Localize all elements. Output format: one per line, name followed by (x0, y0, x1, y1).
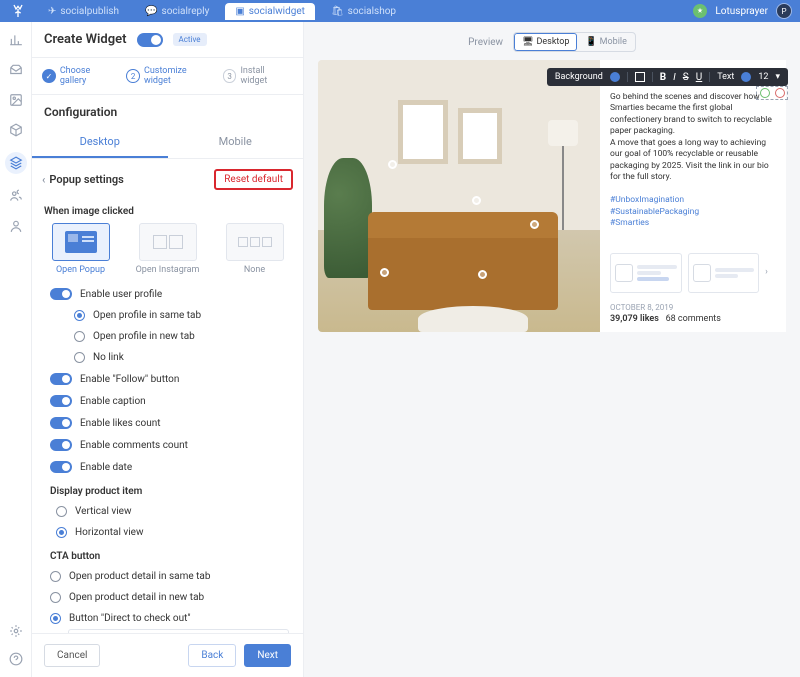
toggle-date[interactable] (50, 461, 72, 473)
preview-pane: Preview 🖥Desktop 📱Mobile Background B I … (304, 22, 800, 677)
wizard-steps: ✓Choose gallery 2Customize widget 3Insta… (32, 58, 303, 95)
next-button[interactable]: Next (244, 644, 291, 667)
user-name[interactable]: Lotusprayer (715, 6, 768, 17)
reset-default-button[interactable]: Reset default (214, 169, 293, 190)
radio-no-link[interactable] (74, 352, 85, 363)
image-icon[interactable] (8, 92, 24, 108)
top-nav: ✈socialpublish 💬socialreply ▣socialwidge… (0, 0, 800, 22)
chevron-right-icon[interactable]: › (765, 267, 776, 279)
post-stats: 39,079 likes 68 comments (610, 314, 776, 324)
post-caption: Go behind the scenes and discover how Sm… (610, 92, 776, 230)
product-thumb[interactable] (688, 253, 760, 293)
handle-accept-icon[interactable] (760, 88, 770, 98)
preview-device-switch: 🖥Desktop 📱Mobile (513, 32, 636, 52)
preview-label: Preview (468, 37, 503, 48)
chat-icon: 💬 (145, 6, 157, 17)
display-product-item-label: Display product item (42, 478, 293, 501)
tab-socialreply[interactable]: 💬socialreply (135, 3, 219, 20)
preview-mobile-button[interactable]: 📱Mobile (577, 33, 634, 51)
layers-icon[interactable] (5, 152, 27, 174)
desktop-icon: 🖥 (522, 37, 533, 47)
popup-settings-title: Popup settings (49, 173, 123, 186)
inbox-icon[interactable] (8, 62, 24, 78)
radio-profile-new-tab[interactable] (74, 331, 85, 342)
mobile-icon: 📱 (585, 37, 596, 47)
border-icon[interactable] (635, 72, 645, 82)
product-thumbnails: › (610, 247, 776, 299)
widget-icon: ▣ (235, 6, 244, 17)
step-customize-widget[interactable]: 2Customize widget (126, 66, 215, 86)
user-avatar[interactable]: P (776, 3, 792, 19)
hotspot-icon[interactable] (530, 220, 539, 229)
tab-desktop[interactable]: Desktop (32, 127, 168, 158)
option-open-popup[interactable]: Open Popup (42, 223, 119, 275)
hotspot-icon[interactable] (478, 270, 487, 279)
person-icon[interactable] (8, 218, 24, 234)
tab-socialshop[interactable]: 🛍socialshop (321, 3, 406, 20)
package-icon[interactable] (8, 122, 24, 138)
chevron-left-icon[interactable]: ‹ (42, 173, 45, 186)
page-title: Create Widget (44, 32, 127, 47)
status-icon (693, 4, 707, 18)
radio-cta-same-tab[interactable] (50, 571, 61, 582)
back-button[interactable]: Back (188, 644, 236, 667)
toggle-user-profile[interactable] (50, 288, 72, 300)
selection-handles[interactable] (756, 86, 788, 100)
toggle-likes[interactable] (50, 417, 72, 429)
tab-socialpublish[interactable]: ✈socialpublish (38, 3, 129, 20)
bold-icon[interactable]: B (660, 72, 666, 83)
widget-enabled-toggle[interactable] (137, 33, 163, 47)
help-icon[interactable] (8, 651, 24, 667)
post-date: OCTOBER 8, 2019 (610, 303, 776, 312)
option-none[interactable]: None (216, 223, 293, 275)
radio-vertical-view[interactable] (56, 506, 67, 517)
hotspot-icon[interactable] (472, 196, 481, 205)
text-color-swatch[interactable] (741, 72, 751, 82)
underline-icon[interactable]: U (696, 72, 702, 83)
configuration-title: Configuration (32, 95, 303, 127)
brand-logo[interactable] (8, 1, 28, 21)
active-badge: Active (173, 33, 207, 46)
option-open-instagram[interactable]: Open Instagram (129, 223, 206, 275)
radio-cta-new-tab[interactable] (50, 592, 61, 603)
cta-button-label: CTA button (42, 543, 293, 566)
toggle-follow-button[interactable] (50, 373, 72, 385)
bag-icon: 🛍 (331, 6, 344, 17)
tab-mobile[interactable]: Mobile (168, 127, 304, 158)
side-nav (0, 22, 32, 677)
users-icon[interactable] (8, 188, 24, 204)
italic-icon[interactable]: I (673, 72, 676, 83)
product-thumb[interactable] (610, 253, 682, 293)
paper-plane-icon: ✈ (48, 6, 56, 17)
preview-canvas: gelatofactoryvn Follow Go behind the sce… (318, 60, 786, 332)
radio-horizontal-view[interactable] (56, 527, 67, 538)
format-toolbar[interactable]: Background B I S U Text 12▾ (547, 68, 788, 86)
hotspot-icon[interactable] (388, 160, 397, 169)
cancel-button[interactable]: Cancel (44, 644, 100, 667)
step-choose-gallery[interactable]: ✓Choose gallery (42, 66, 118, 86)
toggle-caption[interactable] (50, 395, 72, 407)
settings-icon[interactable] (8, 623, 24, 639)
post-info-panel: gelatofactoryvn Follow Go behind the sce… (600, 60, 786, 332)
tab-socialwidget[interactable]: ▣socialwidget (225, 3, 315, 20)
step-install-widget[interactable]: 3Install widget (223, 66, 293, 86)
post-image[interactable] (318, 60, 606, 332)
preview-desktop-button[interactable]: 🖥Desktop (514, 33, 577, 51)
handle-reject-icon[interactable] (775, 88, 785, 98)
config-panel: Create Widget Active ✓Choose gallery 2Cu… (32, 22, 304, 677)
analytics-icon[interactable] (8, 32, 24, 48)
hotspot-icon[interactable] (380, 268, 389, 277)
when-clicked-label: When image clicked (44, 206, 291, 217)
strike-icon[interactable]: S (683, 72, 689, 83)
bg-color-swatch[interactable] (610, 72, 620, 82)
radio-cta-checkout[interactable] (50, 613, 61, 624)
radio-profile-same-tab[interactable] (74, 310, 85, 321)
chevron-down-icon[interactable]: ▾ (775, 72, 780, 82)
toggle-comments[interactable] (50, 439, 72, 451)
